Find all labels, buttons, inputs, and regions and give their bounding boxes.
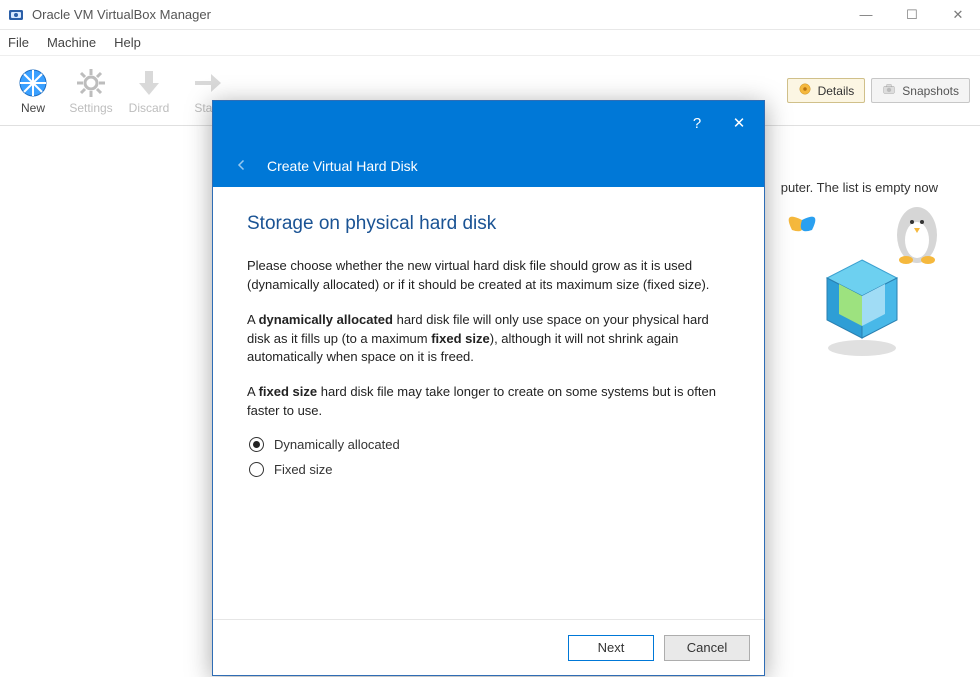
cancel-button[interactable]: Cancel — [664, 635, 750, 661]
dialog-body: Storage on physical hard disk Please cho… — [213, 187, 764, 619]
back-arrow-icon[interactable] — [233, 156, 251, 177]
dialog-close-button[interactable]: ✕ — [724, 114, 754, 132]
next-button[interactable]: Next — [568, 635, 654, 661]
snapshots-tab[interactable]: Snapshots — [871, 78, 970, 103]
window-minimize-button[interactable]: — — [852, 7, 880, 23]
radio-icon — [249, 437, 264, 452]
settings-button: Settings — [62, 67, 120, 115]
welcome-illustration — [772, 200, 952, 360]
gear-icon — [75, 67, 107, 99]
radio-label: Fixed size — [274, 462, 333, 477]
start-icon — [191, 67, 223, 99]
dialog-titlebar: ? ✕ — [213, 101, 764, 145]
radio-label: Dynamically allocated — [274, 437, 400, 452]
details-label: Details — [818, 84, 855, 98]
dialog-paragraph-3: A fixed size hard disk file may take lon… — [247, 383, 730, 421]
menu-help[interactable]: Help — [114, 35, 141, 50]
dialog-header: Create Virtual Hard Disk — [213, 145, 764, 187]
window-titlebar: Oracle VM VirtualBox Manager — ☐ ✕ — [0, 0, 980, 30]
dialog-heading: Storage on physical hard disk — [247, 213, 730, 235]
empty-list-hint: puter. The list is empty now — [781, 180, 938, 195]
discard-button: Discard — [120, 67, 178, 115]
new-icon — [17, 67, 49, 99]
dialog-help-button[interactable]: ? — [682, 115, 712, 132]
virtualbox-app-icon — [8, 7, 24, 23]
create-virtual-hard-disk-dialog: ? ✕ Create Virtual Hard Disk Storage on … — [212, 100, 765, 676]
details-icon — [798, 82, 812, 99]
new-label: New — [21, 101, 45, 115]
discard-icon — [133, 67, 165, 99]
radio-fixed-size[interactable]: Fixed size — [249, 462, 730, 477]
menu-machine[interactable]: Machine — [47, 35, 96, 50]
window-title: Oracle VM VirtualBox Manager — [32, 7, 852, 22]
discard-label: Discard — [129, 101, 170, 115]
dialog-paragraph-2: A dynamically allocated hard disk file w… — [247, 311, 730, 368]
menubar: File Machine Help — [0, 30, 980, 56]
dialog-footer: Next Cancel — [213, 619, 764, 675]
menu-file[interactable]: File — [8, 35, 29, 50]
camera-icon — [882, 82, 896, 99]
dialog-title: Create Virtual Hard Disk — [267, 158, 418, 174]
snapshots-label: Snapshots — [902, 84, 959, 98]
new-button[interactable]: New — [4, 67, 62, 115]
window-close-button[interactable]: ✕ — [944, 7, 972, 23]
settings-label: Settings — [69, 101, 112, 115]
details-tab[interactable]: Details — [787, 78, 866, 103]
window-maximize-button[interactable]: ☐ — [898, 7, 926, 23]
radio-icon — [249, 462, 264, 477]
radio-dynamically-allocated[interactable]: Dynamically allocated — [249, 437, 730, 452]
dialog-paragraph-1: Please choose whether the new virtual ha… — [247, 257, 730, 295]
